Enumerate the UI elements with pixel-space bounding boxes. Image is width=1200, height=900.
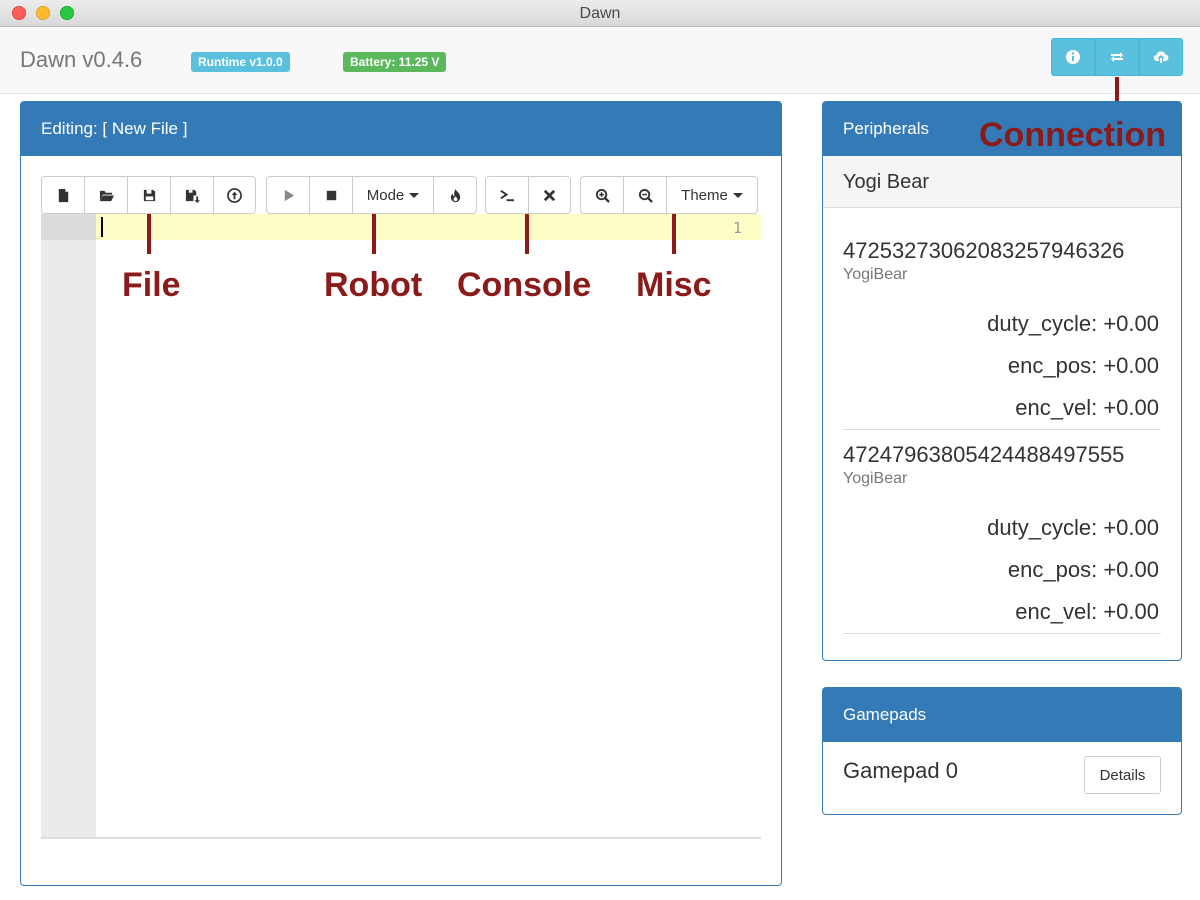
info-button[interactable] <box>1051 38 1095 76</box>
code-editor[interactable]: 1 <box>41 214 761 839</box>
open-folder-icon <box>99 190 114 201</box>
connection-settings-button[interactable] <box>1095 38 1139 76</box>
misc-annotation-line <box>672 214 676 254</box>
device-param-enc-pos: enc_pos: +0.00 <box>1007 353 1159 378</box>
theme-label: Theme <box>681 186 728 204</box>
window-titlebar: Dawn <box>0 0 1200 27</box>
console-button-group <box>485 176 571 214</box>
open-file-button[interactable] <box>84 176 128 214</box>
misc-button-group: Theme <box>580 176 758 214</box>
connection-annotation: Connection <box>979 116 1166 154</box>
device-id: 47247963805424488497555 <box>843 442 1125 467</box>
device-type: YogiBear <box>843 470 908 487</box>
toggle-console-button[interactable] <box>485 176 529 214</box>
runtime-badge: Runtime v1.0.0 <box>191 52 290 72</box>
device-param-enc-vel: enc_vel: +0.00 <box>1015 599 1159 624</box>
mode-label: Mode <box>366 186 405 204</box>
device-id: 47253273062083257946326 <box>843 238 1125 263</box>
device-params: duty_cycle: +0.00 enc_pos: +0.00 enc_vel… <box>843 303 1161 429</box>
window-title: Dawn <box>579 5 621 22</box>
robot-button-group: Mode <box>266 176 477 214</box>
text-cursor <box>101 217 103 237</box>
misc-annotation: Misc <box>636 266 712 304</box>
navbar: Dawn v0.4.6 Runtime v1.0.0 Battery: 11.2… <box>0 27 1200 94</box>
peripheral-device: 47247963805424488497555 YogiBear duty_cy… <box>843 442 1161 634</box>
device-param-enc-vel: enc_vel: +0.00 <box>1015 395 1159 420</box>
chevron-down-icon <box>409 192 420 198</box>
clear-icon <box>543 189 556 201</box>
exchange-icon <box>1111 52 1123 62</box>
file-annotation: File <box>122 266 181 304</box>
zoom-in-icon <box>595 188 610 203</box>
zoom-out-icon <box>638 188 653 203</box>
connection-button-group <box>1051 38 1183 76</box>
editor-gutter <box>41 214 96 837</box>
clear-console-button[interactable] <box>528 176 571 214</box>
play-icon <box>284 189 294 201</box>
file-button-group <box>41 176 256 214</box>
stop-icon <box>326 190 336 200</box>
upload-file-button[interactable] <box>213 176 256 214</box>
console-annotation: Console <box>457 266 592 304</box>
zoom-out-button[interactable] <box>623 176 667 214</box>
device-params: duty_cycle: +0.00 enc_pos: +0.00 enc_vel… <box>843 507 1161 633</box>
save-file-button[interactable] <box>127 176 171 214</box>
info-icon <box>1066 50 1080 64</box>
peripheral-device: 47253273062083257946326 YogiBear duty_cy… <box>843 226 1161 430</box>
gamepads-heading: Gamepads <box>823 688 1181 742</box>
peripherals-panel: Peripherals Yogi Bear 472532730620832579… <box>822 101 1182 661</box>
device-type: YogiBear <box>843 266 908 283</box>
stop-button[interactable] <box>309 176 353 214</box>
save-as-icon <box>185 189 200 203</box>
gamepad-details-button[interactable]: Details <box>1084 756 1161 794</box>
device-param-duty-cycle: duty_cycle: +0.00 <box>987 311 1159 336</box>
chevron-down-icon <box>732 192 743 198</box>
run-button[interactable] <box>266 176 310 214</box>
line-number: 1 <box>732 219 742 237</box>
save-icon <box>143 189 155 201</box>
gamepad-name: Gamepad 0 <box>843 758 958 783</box>
upload-icon <box>227 187 242 203</box>
robot-annotation-line <box>372 214 376 254</box>
zoom-in-button[interactable] <box>580 176 624 214</box>
editor-panel: Editing: [ New File ] Mode Theme 1 <box>20 101 782 886</box>
upload-code-button[interactable] <box>1139 38 1183 76</box>
battery-badge: Battery: 11.25 V <box>343 52 447 72</box>
estop-button[interactable] <box>433 176 477 214</box>
console-icon <box>499 189 514 201</box>
fire-icon <box>450 188 460 202</box>
peripheral-list: 47253273062083257946326 YogiBear duty_cy… <box>823 226 1181 634</box>
gamepad-item: Gamepad 0 Details <box>823 742 1181 814</box>
gutter-active-line <box>41 214 96 240</box>
gamepads-panel: Gamepads Gamepad 0 Details <box>822 687 1182 815</box>
active-line-highlight <box>96 214 761 240</box>
file-annotation-line <box>147 214 151 254</box>
mode-dropdown[interactable]: Mode <box>352 176 434 214</box>
robot-annotation: Robot <box>324 266 423 304</box>
new-file-button[interactable] <box>41 176 85 214</box>
console-annotation-line <box>525 214 529 254</box>
save-as-button[interactable] <box>170 176 214 214</box>
theme-dropdown[interactable]: Theme <box>666 176 758 214</box>
device-param-duty-cycle: duty_cycle: +0.00 <box>987 515 1159 540</box>
new-file-icon <box>58 188 68 202</box>
app-brand[interactable]: Dawn v0.4.6 <box>20 47 142 73</box>
device-param-enc-pos: enc_pos: +0.00 <box>1007 557 1159 582</box>
editor-heading: Editing: [ New File ] <box>21 102 781 156</box>
peripheral-group-header[interactable]: Yogi Bear <box>823 156 1181 208</box>
cloud-upload-icon <box>1153 51 1169 63</box>
